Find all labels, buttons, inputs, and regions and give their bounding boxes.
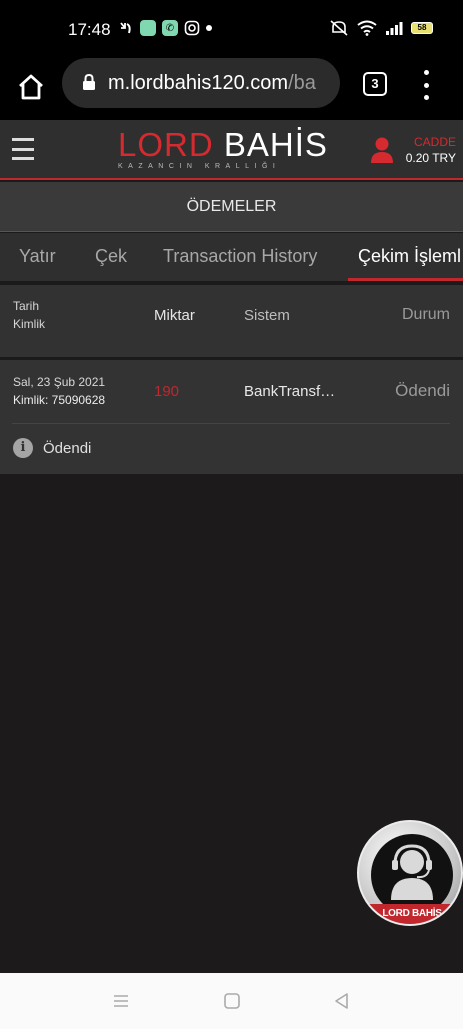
lock-icon <box>83 74 95 90</box>
user-icon[interactable] <box>370 136 394 164</box>
logo-tagline: KAZANCIN KRALLIĞI <box>118 163 281 170</box>
browser-toolbar: m.lordbahis120.com/ba 3 <box>0 58 463 120</box>
column-header-status: Durum <box>401 306 450 323</box>
notification-dot-icon <box>206 25 212 31</box>
url-host: m.lordbahis120.com <box>108 72 289 94</box>
address-bar[interactable]: m.lordbahis120.com/ba <box>62 58 340 108</box>
user-name[interactable]: CADDE <box>414 135 456 149</box>
column-header-amount: Miktar <box>154 307 195 324</box>
tab-switcher-button[interactable]: 3 <box>363 72 387 96</box>
row-id: Kimlik: 75090628 <box>13 393 106 407</box>
live-support-button[interactable]: LORD BAHİS <box>357 820 463 926</box>
hamburger-menu-icon[interactable] <box>12 138 34 160</box>
logo-word-bahis: BAHİS <box>223 126 328 163</box>
instagram-icon <box>184 20 200 36</box>
home-icon[interactable] <box>16 72 46 102</box>
browser-menu-button[interactable] <box>420 70 432 100</box>
site-logo[interactable]: LORD BAHİS KAZANCIN KRALLIĞI <box>118 126 327 172</box>
info-icon: i <box>13 438 33 458</box>
missed-call-icon <box>120 22 131 34</box>
status-time: 17:48 <box>68 20 111 39</box>
row-system: BankTransf… <box>244 383 336 400</box>
url-text: m.lordbahis120.com/ba <box>108 72 330 95</box>
row-date: Sal, 23 Şub 2021 <box>13 375 106 389</box>
column-header-date: Tarih <box>13 299 40 313</box>
column-header-id: Kimlik <box>13 317 45 331</box>
row-amount: 190 <box>154 383 180 400</box>
table-header: Tarih Kimlik Miktar Sistem Durum <box>0 284 463 358</box>
tab-withdrawal-transactions[interactable]: Çekim İşleml <box>358 233 461 281</box>
mute-icon <box>330 20 348 36</box>
page-title: ÖDEMELER <box>0 182 463 232</box>
row-status: Ödendi <box>395 381 450 400</box>
recent-apps-icon[interactable] <box>111 991 131 1011</box>
notification-icons: ✆ <box>118 20 212 36</box>
tab-transaction-history[interactable]: Transaction History <box>163 233 317 281</box>
wifi-icon <box>357 20 377 36</box>
table-row[interactable]: Sal, 23 Şub 2021 Kimlik: 75090628 190 Ba… <box>0 360 463 424</box>
home-nav-icon[interactable] <box>222 991 242 1011</box>
status-bar: 17:48 ✆ 58 <box>0 0 463 58</box>
signal-icon <box>386 22 403 35</box>
battery-icon: 58 <box>411 22 433 34</box>
column-header-system: Sistem <box>244 307 290 324</box>
tab-withdraw[interactable]: Çek <box>95 233 127 281</box>
row-detail: i Ödendi <box>0 424 463 474</box>
back-nav-icon[interactable] <box>332 991 352 1011</box>
tab-deposit[interactable]: Yatır <box>19 233 56 281</box>
logo-word-lord: LORD <box>118 126 214 163</box>
url-path: /ba <box>288 72 316 94</box>
system-icons: 58 <box>329 19 433 37</box>
system-navigation-bar <box>0 973 463 1029</box>
phone-notification-icon: ✆ <box>162 20 178 36</box>
payment-tabs: Yatır Çek Transaction History Çekim İşle… <box>0 233 463 281</box>
headset-agent-icon <box>391 844 433 900</box>
app-notification-icon <box>140 20 156 36</box>
row-detail-status: Ödendi <box>43 440 92 457</box>
active-tab-indicator <box>348 278 463 281</box>
support-label: LORD BAHİS <box>382 908 442 919</box>
user-balance: 0.20 TRY <box>405 151 456 165</box>
site-header: LORD BAHİS KAZANCIN KRALLIĞI CADDE 0.20 … <box>0 120 463 180</box>
